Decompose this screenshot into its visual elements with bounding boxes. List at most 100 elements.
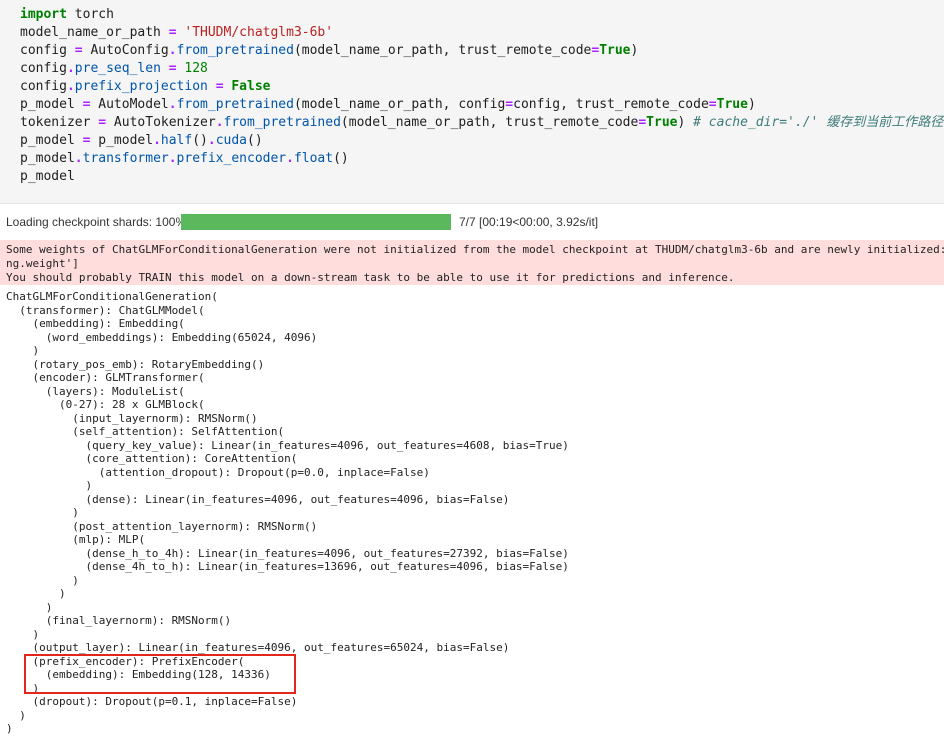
code-token: cuda [215,133,248,148]
code-line: import torch [20,6,943,24]
output-line: ChatGLMForConditionalGeneration( [6,290,218,303]
code-token: = [215,79,224,94]
code-token: prefix_projection [74,79,208,94]
code-line: p_model.transformer.prefix_encoder.float… [20,150,943,168]
output-line: (dense_h_to_4h): Linear(in_features=4096… [6,546,569,560]
code-token: p_model [20,151,75,166]
output-line: (core_attention): CoreAttention( [6,452,298,465]
code-line: p_model [20,168,943,186]
code-token: config [20,61,67,76]
code-token: config, trust_remote_code [513,97,709,112]
code-token: . [66,61,75,76]
output-line: (final_layernorm): RMSNorm() [6,614,232,627]
progress-output: Loading checkpoint shards: 100% 7/7 [00:… [6,213,936,231]
progress-label: Loading checkpoint shards: 100% [6,215,187,229]
output-line: ) [6,708,26,722]
code-token: True [716,97,748,112]
output-line: ) [6,587,66,600]
code-token: config [20,79,67,94]
code-token: () [333,151,349,166]
stderr-line: ng.weight'] [6,257,79,270]
code-token: = [708,97,717,112]
output-line: (dense): Linear(in_features=4096, out_fe… [6,492,510,506]
progress-bar [181,214,451,230]
code-line: tokenizer = AutoTokenizer.from_pretraine… [20,114,943,132]
code-token: prefix_encoder [176,151,287,166]
output-line: ) [6,573,79,587]
code-line: config.pre_seq_len = 128 [20,60,943,78]
code-token: = [505,97,514,112]
code-token: config [20,43,75,58]
output-line: (rotary_pos_emb): RotaryEmbedding() [6,357,265,371]
code-token: import [20,7,67,22]
code-token: p_model [20,169,75,184]
code-token: ) [747,97,756,112]
output-line: ) [6,627,40,641]
code-token: . [66,79,75,94]
code-token: p_model [20,97,83,112]
code-token: from_pretrained [176,97,294,112]
code-token: = [98,115,107,130]
code-token: float [293,151,334,166]
code-token: p_model [20,133,83,148]
code-line: p_model = p_model.half().cuda() [20,132,943,150]
output-line: (attention_dropout): Dropout(p=0.0, inpl… [6,465,430,479]
output-line: ) [6,722,13,735]
output-line: ) [6,344,40,357]
code-token: p_model [90,133,154,148]
code-token: = [74,43,83,58]
code-editor[interactable]: import torch model_name_or_path = 'THUDM/… [20,6,943,186]
output-line: (self_attention): SelfAttention( [6,425,285,438]
code-token: . [207,133,216,148]
code-token: pre_seq_len [74,61,161,76]
progress-bar-fill [181,214,451,230]
code-token: . [168,43,177,58]
output-line: (output_layer): Linear(in_features=4096,… [6,641,510,654]
code-token: tokenizer [20,115,99,130]
code-token: () [247,133,263,148]
code-token: ) [630,43,639,58]
code-line: model_name_or_path = 'THUDM/chatglm3-6b' [20,24,943,42]
code-token: True [646,115,678,130]
code-token: AutoConfig [82,43,169,58]
code-token: . [215,115,224,130]
output-line: (dropout): Dropout(p=0.1, inplace=False) [6,695,298,708]
code-token: AutoTokenizer [106,115,216,130]
output-line: (input_layernorm): RMSNorm() [6,411,258,425]
code-token: torch [66,7,114,22]
progress-status: 7/7 [00:19<00:00, 3.92s/it] [459,215,599,229]
code-cell[interactable]: import torch model_name_or_path = 'THUDM/… [0,0,944,204]
code-token: = [168,25,177,40]
output-line: (embedding): Embedding( [6,317,185,330]
code-token: False [231,79,271,94]
code-token: . [168,151,177,166]
output-line: (mlp): MLP( [6,533,146,546]
code-token: . [74,151,83,166]
code-token: from_pretrained [223,115,341,130]
code-token: ) [677,115,694,130]
output-line: (query_key_value): Linear(in_features=40… [6,438,569,452]
code-token: # cache_dir='./' 缓存到当前工作路径 [693,115,944,130]
code-token: . [153,133,161,148]
code-token: from_pretrained [176,43,294,58]
highlight-box-prefix-encoder [24,654,296,694]
output-line: (layers): ModuleList( [6,384,185,398]
code-token: (model_name_or_path, trust_remote_code [293,43,592,58]
code-token: 128 [184,61,208,76]
code-token: . [168,97,177,112]
output-line: ) [6,600,53,614]
stderr-output: Some weights of ChatGLMForConditionalGen… [0,240,944,285]
stderr-line: Some weights of ChatGLMForConditionalGen… [6,243,944,256]
code-token: = [638,115,647,130]
output-line: (word_embeddings): Embedding(65024, 4096… [6,330,318,344]
code-token: (model_name_or_path, config [293,97,506,112]
code-token: (model_name_or_path, trust_remote_code [340,115,639,130]
code-token: () [192,133,208,148]
output-line: (transformer): ChatGLMModel( [6,303,205,317]
output-line: (post_attention_layernorm): RMSNorm() [6,519,318,533]
code-line: p_model = AutoModel.from_pretrained(mode… [20,96,943,114]
output-line: ) [6,506,79,519]
code-token: . [286,151,294,166]
output-line: ) [6,479,93,492]
